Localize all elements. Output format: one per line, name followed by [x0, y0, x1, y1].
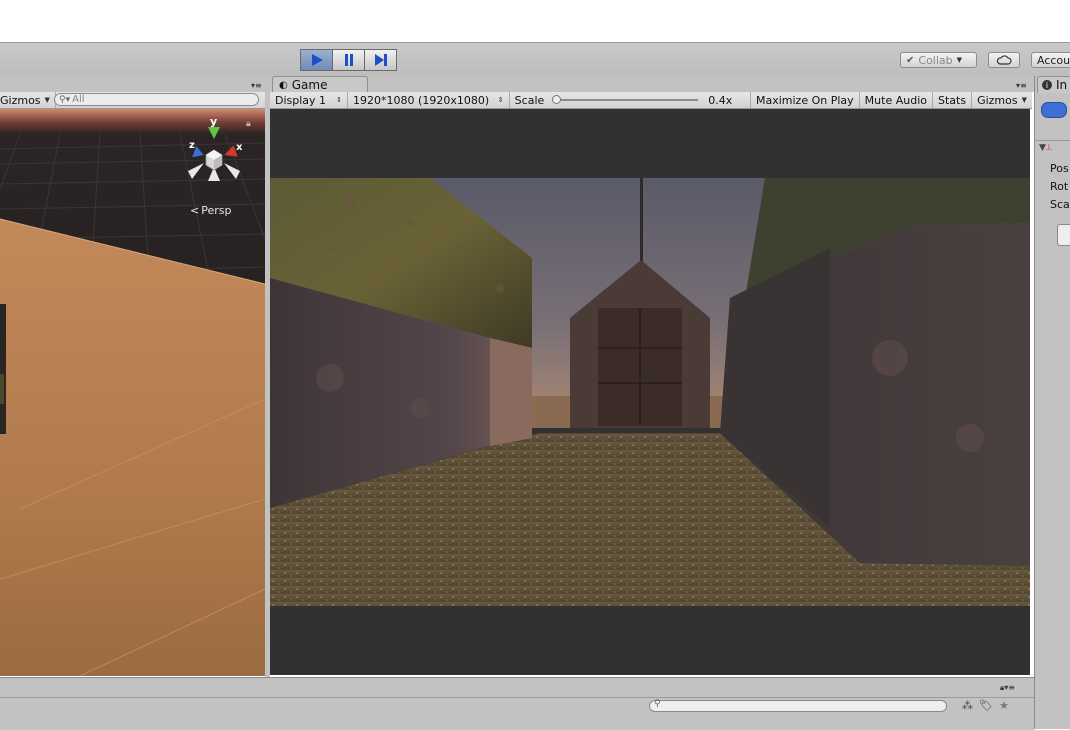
game-toolbar: Display 1 ⇕ 1920*1080 (1920x1080) ⇕ Scal… [270, 92, 1032, 109]
panel-menu-icon[interactable]: ▾≡ [251, 81, 262, 90]
transform-rows: Pos Rot Sca [1050, 160, 1070, 214]
cloud-icon [996, 55, 1012, 65]
type-filter-icon[interactable]: ⁂ [962, 699, 973, 712]
pause-button[interactable] [333, 49, 365, 71]
chevron-updown-icon: ⇕ [497, 96, 504, 104]
bottom-panel: 🔒︎▾≡ ⚲ ⁂ 🏷︎ ★ [0, 677, 1034, 730]
stats-toggle[interactable]: Stats [933, 92, 973, 108]
scene-search-input[interactable]: ⚲▾ All [54, 93, 259, 106]
game-render [270, 178, 1030, 606]
play-button[interactable] [300, 49, 333, 71]
transform-foldout-icon[interactable]: ▼⟂ [1039, 143, 1052, 153]
resolution-label: 1920*1080 (1920x1080) [353, 93, 490, 107]
maximize-on-play-toggle[interactable]: Maximize On Play [751, 92, 860, 108]
scale-label: Scale [514, 93, 545, 107]
chevron-down-icon: ▼ [44, 96, 50, 104]
scene-toolbar: Gizmos ▼ ⚲▾ All [0, 92, 268, 109]
account-label: Accou [1037, 53, 1070, 67]
scale-control: Scale 0.4x [510, 92, 751, 108]
display-dropdown[interactable]: Display 1 ⇕ [270, 92, 349, 108]
scale-value: 0.4x [708, 93, 733, 107]
game-tab-icon: ◐ [279, 79, 288, 91]
bottom-panel-menu-icon[interactable]: 🔒︎▾≡ [1000, 683, 1015, 693]
mute-audio-label: Mute Audio [864, 93, 927, 107]
position-label: Pos [1050, 162, 1069, 175]
persp-toggle[interactable]: < Persp [190, 204, 231, 217]
orientation-gizmo[interactable] [180, 119, 248, 197]
scene-viewport[interactable]: y x z 🔒︎ < Persp [0, 109, 265, 676]
step-icon [374, 54, 387, 66]
search-icon: ⚲ [654, 699, 661, 709]
game-tab-strip: ◐ Game ▾≡ [268, 76, 1034, 93]
game-tab-label: Game [291, 78, 328, 92]
star-icon[interactable]: ★ [999, 699, 1009, 712]
pause-icon [344, 54, 353, 66]
display-label: Display 1 [275, 93, 327, 107]
inspector-tab-label: In [1056, 78, 1068, 92]
inspector-panel: i In ▼⟂ Pos Rot Sca [1034, 76, 1070, 729]
maximize-on-play-label: Maximize On Play [755, 93, 854, 107]
bottom-filters: ⁂ 🏷︎ ★ [962, 699, 1009, 712]
scene-gizmos-dropdown[interactable]: Gizmos ▼ [0, 92, 56, 108]
collab-button[interactable]: ✔ Collab ▼ [900, 52, 977, 68]
scale-slider-thumb[interactable] [552, 95, 562, 104]
scene-tab-strip: ▾≡ [0, 76, 268, 92]
panel-menu-icon[interactable]: ▾≡ [1016, 81, 1027, 90]
gameobject-icon[interactable] [1041, 102, 1067, 118]
scene-object [0, 304, 6, 434]
play-icon [311, 54, 323, 66]
main-toolbar: ✔ Collab ▼ Accou [0, 42, 1070, 77]
axis-x-label: x [236, 142, 243, 153]
chevron-down-icon: ▼ [1021, 96, 1027, 104]
tab-game[interactable]: ◐ Game [272, 76, 368, 93]
scene-search-placeholder: All [72, 94, 85, 105]
axis-z-label: z [189, 140, 195, 151]
info-icon: i [1042, 80, 1052, 90]
persp-label: Persp [201, 204, 232, 217]
tag-icon[interactable]: 🏷︎ [979, 699, 993, 712]
axis-y-label: y [210, 115, 218, 128]
chevron-down-icon: ▼ [956, 56, 963, 64]
scene-gizmos-label: Gizmos [0, 93, 41, 107]
scale-label: Sca [1050, 198, 1070, 211]
tab-inspector[interactable]: i In [1037, 76, 1070, 93]
chevron-left-icon: < [190, 204, 200, 217]
search-icon: ⚲▾ [59, 94, 71, 105]
chevron-updown-icon: ⇕ [336, 96, 343, 104]
account-button[interactable]: Accou [1031, 52, 1070, 68]
game-gizmos-label: Gizmos [977, 93, 1018, 107]
resolution-dropdown[interactable]: 1920*1080 (1920x1080) ⇕ [348, 92, 510, 108]
mute-audio-toggle[interactable]: Mute Audio [860, 92, 933, 108]
collab-label: Collab [918, 53, 953, 67]
add-component-button[interactable] [1057, 224, 1070, 246]
rotation-label: Rot [1050, 180, 1069, 193]
game-viewport[interactable] [270, 109, 1030, 675]
game-gizmos-dropdown[interactable]: Gizmos ▼ [972, 92, 1032, 108]
check-icon: ✔ [906, 54, 915, 66]
lock-icon[interactable]: 🔒︎ [246, 119, 251, 129]
playback-controls [300, 49, 397, 71]
stats-label: Stats [937, 93, 967, 107]
bottom-search-input[interactable]: ⚲ [649, 699, 947, 712]
scale-slider[interactable] [552, 95, 699, 105]
cloud-button[interactable] [988, 52, 1020, 68]
step-button[interactable] [365, 49, 397, 71]
